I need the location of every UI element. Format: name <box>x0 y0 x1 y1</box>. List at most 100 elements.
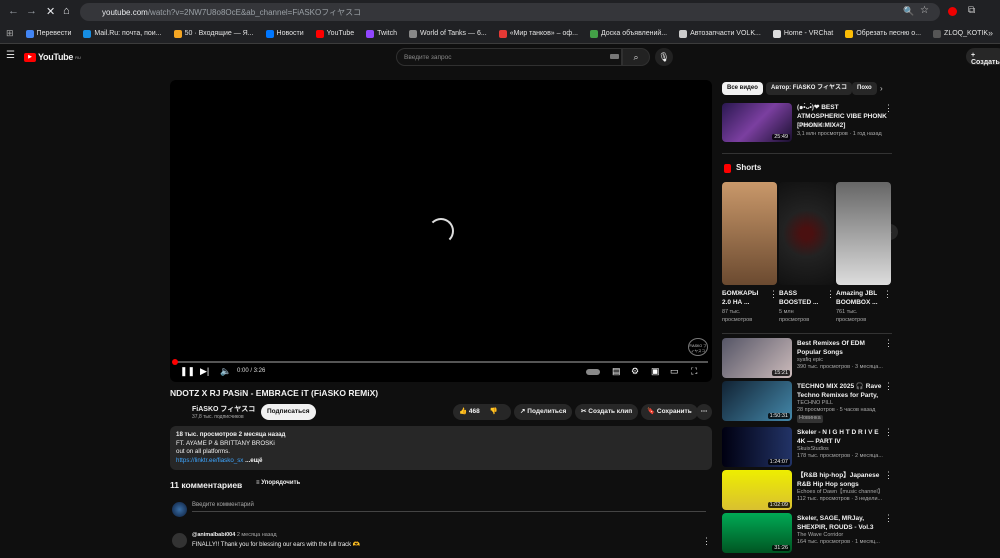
short-title[interactable]: BASS BOOSTED ... <box>779 289 823 307</box>
video-menu-icon[interactable]: ⋮ <box>884 338 893 349</box>
progress-scrubber[interactable] <box>172 359 178 365</box>
video-channel[interactable]: PHONK MIX <box>797 123 828 131</box>
keyboard-icon[interactable] <box>610 54 619 59</box>
bookmark-item[interactable]: Mail.Ru: почта, пои... <box>83 29 162 38</box>
bookmark-item[interactable]: Доска объявлений... <box>589 29 667 38</box>
short-title[interactable]: Amazing JBL BOOMBOX ... <box>836 289 880 307</box>
filter-chip[interactable]: Похо <box>852 82 877 95</box>
video-menu-icon[interactable]: ⋮ <box>884 427 893 438</box>
zoom-icon[interactable]: 🔍 <box>903 6 914 17</box>
forward-icon[interactable]: → <box>26 5 37 17</box>
extensions-puzzle-icon[interactable]: ⧉ <box>968 5 975 16</box>
bookmark-label: Перевести <box>36 30 72 37</box>
like-button[interactable]: 👍 468 <box>459 408 480 415</box>
filter-chip[interactable]: Автор: FiASKO フィヤスコ <box>766 82 853 95</box>
video-thumbnail[interactable]: 15:21 <box>722 338 792 378</box>
home-icon[interactable]: ⌂ <box>63 5 70 17</box>
subtitles-icon[interactable]: ▤ <box>612 366 621 377</box>
clip-button[interactable]: ✂ Создать клип <box>575 404 639 420</box>
extension-icon[interactable] <box>948 7 957 16</box>
chips-next-icon[interactable]: › <box>880 84 883 93</box>
comment-input[interactable]: Введите комментарий <box>192 502 706 512</box>
short-thumbnail[interactable] <box>779 182 834 285</box>
video-title[interactable]: 【R&B hip-hop】Japanese R&B Hip Hop songs <box>797 471 883 489</box>
short-title[interactable]: БОМЖАРЫ 2.0 НА ... <box>722 289 766 307</box>
video-title[interactable]: TECHNO MIX 2025 🎧 Rave Techno Remixes fo… <box>797 382 883 400</box>
pause-icon[interactable]: ❚❚ <box>180 366 195 377</box>
short-thumbnail[interactable] <box>836 182 891 285</box>
bookmark-item[interactable]: Автозапчасти VOLK... <box>679 29 761 38</box>
menu-icon[interactable]: ☰ <box>6 50 15 61</box>
video-thumbnail[interactable]: 31:26 <box>722 513 792 553</box>
volume-icon[interactable]: 🔈 <box>220 366 231 377</box>
video-menu-icon[interactable]: ⋮ <box>884 381 893 392</box>
video-thumbnail[interactable]: 1:24:07 <box>722 427 792 467</box>
create-button[interactable]: + Создать <box>966 48 1000 66</box>
bookmark-item[interactable]: Home - VRChat <box>772 29 833 38</box>
bookmarks-more[interactable]: » <box>988 28 993 38</box>
bookmark-item[interactable]: Обрезать песню о... <box>845 29 921 38</box>
channel-watermark[interactable]: FiASKO フィヤスコ <box>688 338 708 356</box>
comment-menu-icon[interactable]: ⋮ <box>702 536 711 547</box>
theater-mode-icon[interactable]: ▭ <box>670 366 679 377</box>
description-link[interactable]: https://linktr.ee/fiasko_sx <box>176 457 243 464</box>
settings-icon[interactable]: ⚙ <box>631 366 639 377</box>
subscriber-count: 37,8 тыс. подписчиков <box>192 414 244 420</box>
video-menu-icon[interactable]: ⋮ <box>884 513 893 524</box>
video-title[interactable]: Best Remixes Of EDM Popular Songs <box>797 339 883 357</box>
search-button[interactable]: ⌕ <box>622 48 650 66</box>
short-menu-icon[interactable]: ⋮ <box>883 289 892 300</box>
comment-time[interactable]: 2 месяца назад <box>237 532 277 538</box>
bookmark-item[interactable]: 50 · Входящие — Я... <box>173 29 254 38</box>
channel-name[interactable]: FiASKO フィヤスコ <box>192 404 255 414</box>
youtube-logo[interactable]: ▶ YouTube RU <box>24 52 81 62</box>
video-title[interactable]: Skeler, SAGE, MRJay, SHEXPIR, ROUDS - Vo… <box>797 514 883 532</box>
sort-label: Упорядочить <box>261 480 301 486</box>
video-thumbnail[interactable]: 25:49 <box>722 103 792 142</box>
share-button[interactable]: ↗ Поделиться <box>514 404 573 420</box>
search-input[interactable]: Введите запрос <box>396 48 622 66</box>
filter-chip[interactable]: Все видео <box>722 82 763 95</box>
progress-bar[interactable] <box>174 361 708 363</box>
video-thumbnail[interactable]: 1:50:31 <box>722 381 792 421</box>
fullscreen-icon[interactable]: ⛶ <box>691 366 697 377</box>
short-menu-icon[interactable]: ⋮ <box>826 289 835 300</box>
sort-button[interactable]: ≡ Упорядочить <box>256 480 300 486</box>
video-menu-icon[interactable]: ⋮ <box>884 103 893 114</box>
short-thumbnail[interactable] <box>722 182 777 285</box>
description-box[interactable]: 18 тыс. просмотров 2 месяца назад FT. AY… <box>170 426 712 470</box>
stop-icon[interactable]: ✕ <box>46 5 55 18</box>
video-title[interactable]: Skeler - N I G H T D R I V E 4K — PART I… <box>797 428 883 446</box>
short-menu-icon[interactable]: ⋮ <box>769 289 778 300</box>
bookmark-item[interactable]: Новости <box>265 29 304 38</box>
play-logo-icon: ▶ <box>24 52 36 62</box>
bookmark-favicon-icon <box>409 29 418 38</box>
bookmark-label: «Мир танков» – оф... <box>509 30 578 37</box>
bookmark-item[interactable]: Перевести <box>25 29 72 38</box>
bookmark-item[interactable]: Twitch <box>366 29 397 38</box>
star-icon[interactable]: ☆ <box>920 5 929 16</box>
short-views: 87 тыс. просмотров <box>722 309 753 323</box>
video-thumbnail[interactable]: 1:02:09 <box>722 470 792 510</box>
address-bar[interactable]: youtube.com/watch?v=2NW7U8o8OcE&ab_chann… <box>80 3 940 21</box>
bookmark-item[interactable]: «Мир танков» – оф... <box>498 29 578 38</box>
video-menu-icon[interactable]: ⋮ <box>884 470 893 481</box>
commenter-avatar[interactable] <box>172 533 187 548</box>
apps-icon[interactable]: ⊞ <box>6 28 14 39</box>
next-icon[interactable]: ▶| <box>200 366 209 377</box>
subscribe-button[interactable]: Подписаться <box>261 404 316 420</box>
miniplayer-icon[interactable]: ▣ <box>651 366 660 377</box>
comment-author[interactable]: @animalbabi004 <box>192 532 235 538</box>
save-button[interactable]: 🔖 Сохранить <box>641 404 698 420</box>
autoplay-toggle[interactable] <box>586 369 600 375</box>
voice-search-button[interactable]: 🎙 <box>655 48 673 66</box>
bookmark-item[interactable]: World of Tanks — 6... <box>409 29 487 38</box>
bookmark-item[interactable]: ZLOQ_KOTIK <box>933 29 988 38</box>
more-actions-button[interactable]: ⋯ <box>696 404 712 420</box>
back-icon[interactable]: ← <box>8 5 19 17</box>
show-more-link[interactable]: ...ещё <box>245 457 262 464</box>
comments-count: 11 комментариев <box>170 480 243 490</box>
dislike-button[interactable]: 👎 <box>490 408 498 415</box>
bookmark-item[interactable]: YouTube <box>315 29 354 38</box>
video-duration: 1:50:31 <box>767 413 790 419</box>
